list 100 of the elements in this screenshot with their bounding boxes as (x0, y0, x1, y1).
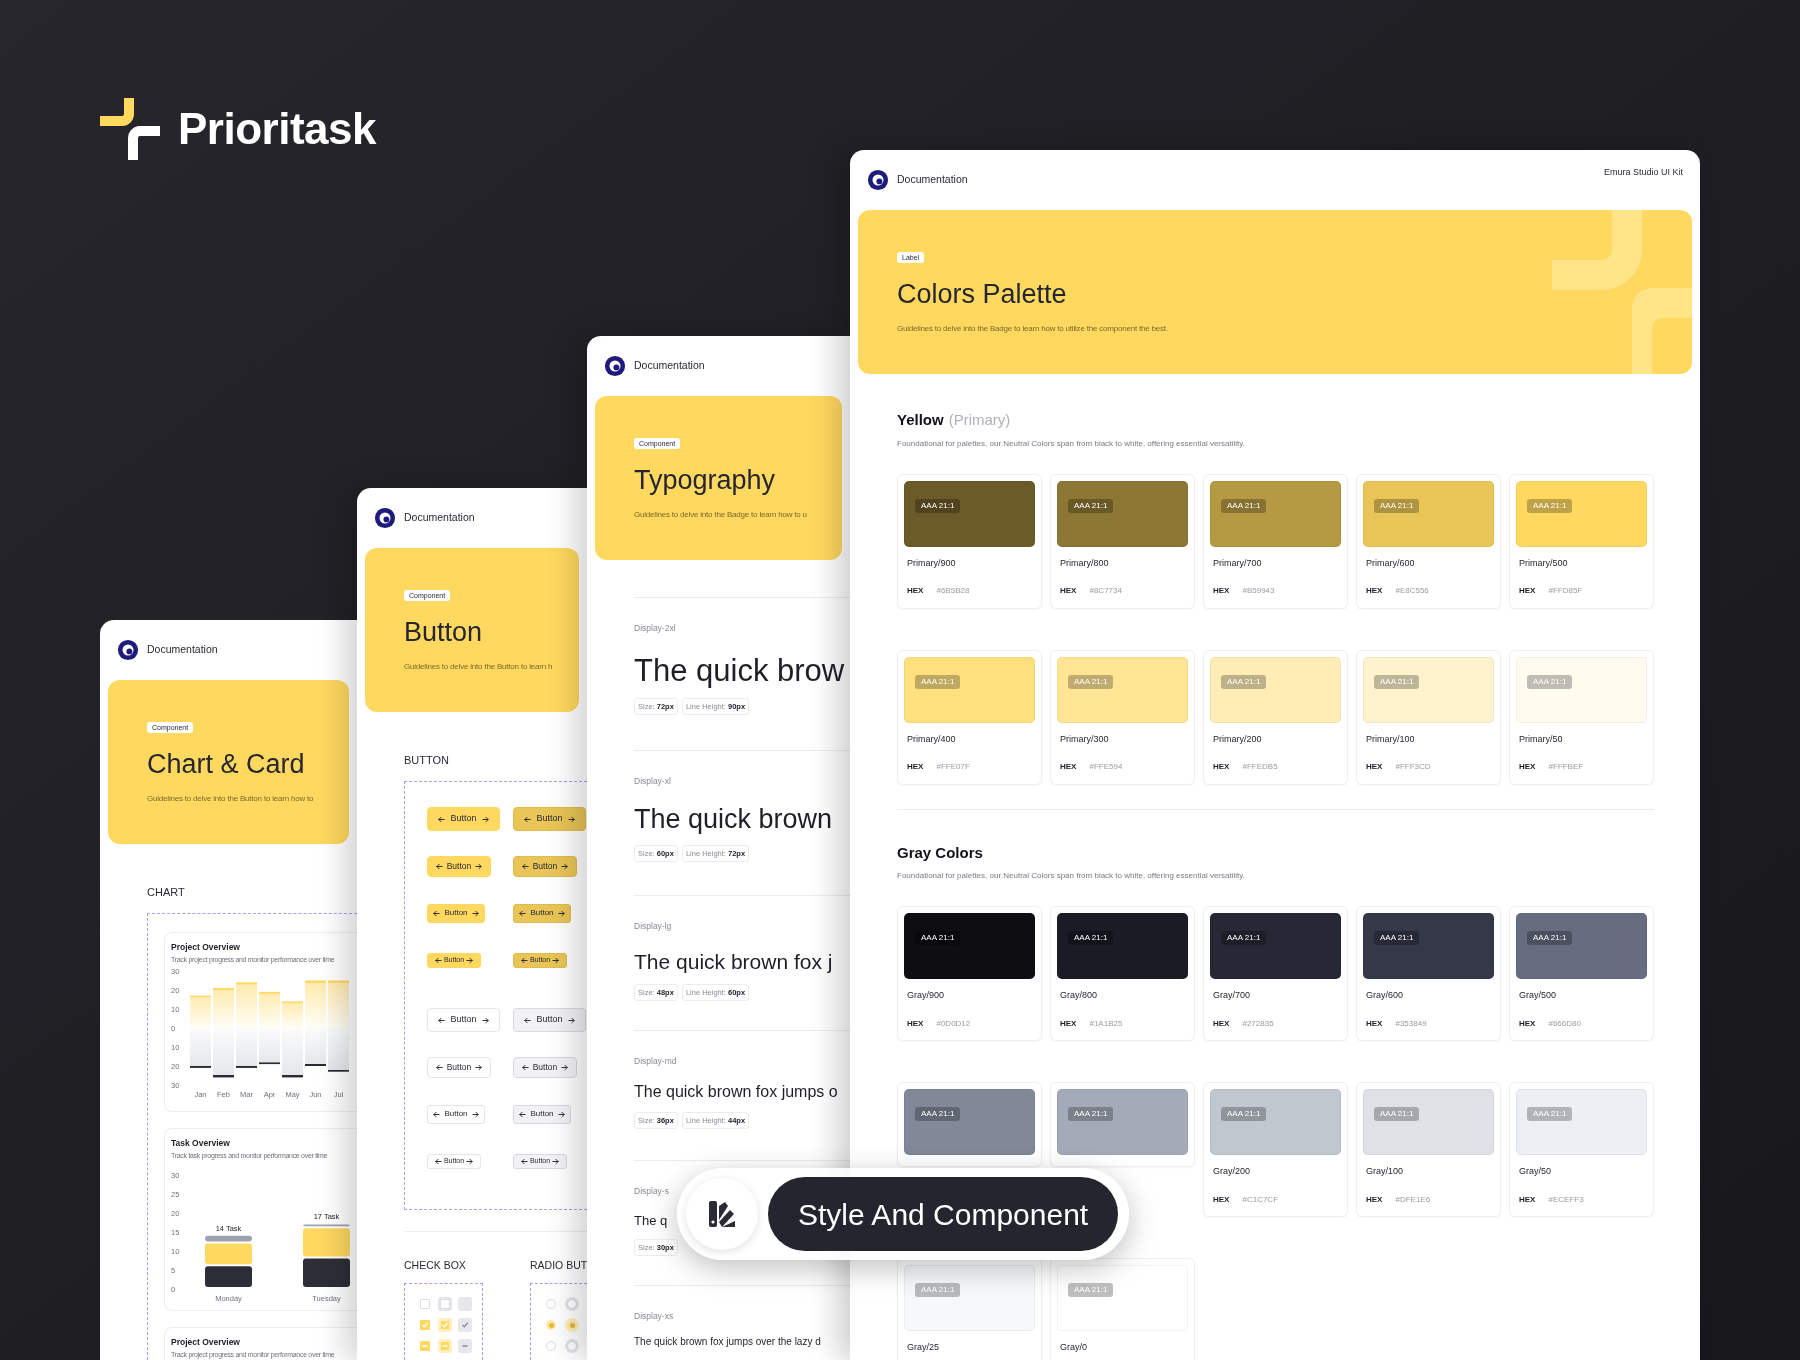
checkbox[interactable] (438, 1318, 452, 1333)
color-name: Gray/500 (1518, 989, 1558, 1002)
button[interactable]: Button (513, 1056, 577, 1078)
hex-label: HEX (1366, 585, 1383, 597)
bar (305, 980, 326, 1028)
card-title: Project Overview (171, 1335, 241, 1349)
color-name: Primary/500 (1518, 556, 1569, 570)
arrow-right-icon (557, 909, 565, 917)
card-title: Task Overview (171, 1136, 231, 1150)
button[interactable]: Button (513, 1008, 586, 1032)
contrast-badge: AAA 21:1 (1068, 1107, 1114, 1121)
hex-label: HEX (1519, 1017, 1536, 1030)
hex-value: #C1C7CF (1242, 1193, 1279, 1206)
arrow-left-icon (524, 815, 532, 823)
color-name: Gray/600 (1365, 989, 1405, 1002)
style-label: Display-s (634, 1185, 670, 1198)
button[interactable]: Button (427, 1104, 485, 1124)
hex-label: HEX (1213, 1193, 1230, 1206)
group-tag: (Primary) (948, 409, 1011, 432)
hex-value: #353849 (1395, 1017, 1427, 1030)
contrast-badge: AAA 21:1 (915, 498, 961, 513)
radio-button[interactable] (565, 1297, 579, 1312)
page-title: Button (404, 619, 484, 646)
hex-value: #0D0D12 (936, 1017, 971, 1030)
hex-label: HEX (1519, 761, 1536, 773)
arrow-left-icon (435, 862, 443, 870)
arrow-right-icon (561, 1063, 569, 1071)
page-header-title: Documentation (897, 172, 968, 188)
type-sample: The quick brow (634, 654, 846, 686)
arrow-left-icon (438, 1016, 446, 1024)
arrow-right-icon (475, 1063, 483, 1071)
style-and-component-label: Style And Component (768, 1177, 1119, 1251)
page-subtitle: Guidelines to delve into the Button to learn h (404, 661, 554, 673)
group-title: Yellow (897, 410, 944, 430)
arrow-right-icon (567, 815, 575, 823)
contrast-badge: AAA 21:1 (1374, 931, 1420, 945)
button[interactable]: Button (427, 903, 485, 923)
arrow-left-icon (433, 909, 441, 917)
section-title: CHART (147, 885, 186, 900)
hex-value: #B59943 (1242, 585, 1275, 597)
arrow-left-icon (434, 1157, 442, 1165)
color-name: Gray/0 (1059, 1341, 1088, 1354)
arrow-left-icon (520, 1157, 528, 1165)
button[interactable]: Button (427, 855, 491, 877)
color-name: Gray/900 (906, 989, 946, 1002)
button[interactable]: Button (427, 807, 500, 831)
contrast-badge: AAA 21:1 (1374, 1107, 1420, 1121)
contrast-badge: AAA 21:1 (1527, 674, 1573, 689)
hex-value: #FFE594 (1089, 761, 1123, 773)
page-header-title: Documentation (404, 510, 475, 526)
checkbox[interactable] (438, 1297, 452, 1312)
button[interactable]: Button (427, 1056, 491, 1078)
hex-value: #E8C556 (1395, 585, 1429, 597)
bar (328, 980, 349, 1028)
button[interactable]: Button (427, 1008, 500, 1032)
logo-icon (867, 169, 889, 191)
hex-value: #666D80 (1548, 1017, 1581, 1030)
arrow-left-icon (434, 956, 442, 964)
hex-label: HEX (907, 585, 924, 597)
hex-label: HEX (1213, 585, 1230, 597)
color-name: Primary/200 (1212, 732, 1263, 746)
arrow-right-icon (481, 815, 489, 823)
button[interactable]: Button (513, 903, 571, 923)
type-sample: The quick brown fox j (634, 950, 834, 972)
arrow-left-icon (521, 1063, 529, 1071)
bar-segment (303, 1258, 350, 1287)
hex-label: HEX (1060, 761, 1077, 773)
contrast-badge: AAA 21:1 (915, 1107, 961, 1121)
hex-value: #1A1B25 (1089, 1017, 1123, 1030)
contrast-badge: AAA 21:1 (915, 931, 961, 945)
hex-label: HEX (1213, 761, 1230, 773)
hex-value: #DFE1E6 (1395, 1193, 1431, 1206)
contrast-badge: AAA 21:1 (1221, 498, 1267, 513)
contrast-badge: AAA 21:1 (1527, 931, 1573, 945)
section-title: BUTTON (404, 753, 451, 768)
button[interactable]: Button (513, 807, 586, 831)
contrast-badge: AAA 21:1 (1374, 674, 1420, 689)
style-label: Display-2xl (634, 622, 677, 635)
contrast-badge: AAA 21:1 (915, 1283, 961, 1297)
arrow-right-icon (561, 862, 569, 870)
checkbox[interactable] (438, 1339, 452, 1354)
page-subtitle: Guidelines to delve into the Badge to learn how to u (634, 509, 808, 521)
group-description: Foundational for palettes, our Neutral Colors span from black to white, offering essential versatility. (897, 870, 1246, 882)
type-sample: The quick brown fox jumps over the lazy d (634, 1336, 822, 1347)
type-sample: The quick brown fox jumps o (634, 1083, 839, 1100)
button[interactable]: Button (513, 855, 577, 877)
contrast-badge: AAA 21:1 (1527, 498, 1573, 513)
contrast-badge: AAA 21:1 (1374, 498, 1420, 513)
color-name: Primary/700 (1212, 556, 1263, 570)
card-title: Project Overview (171, 940, 241, 954)
logo-icon (117, 639, 139, 661)
hex-label: HEX (1060, 1017, 1077, 1030)
page-subtitle: Guidelines to delve into the Badge to learn how to utilize the component the best. (897, 323, 1169, 335)
radio-button[interactable] (565, 1339, 579, 1354)
arrow-left-icon (438, 815, 446, 823)
radio-button[interactable] (565, 1318, 579, 1333)
section-title: RADIO BUT (530, 1257, 587, 1273)
hex-label: HEX (1213, 1017, 1230, 1030)
button[interactable]: Button (513, 1104, 571, 1124)
hex-label: HEX (1366, 761, 1383, 773)
